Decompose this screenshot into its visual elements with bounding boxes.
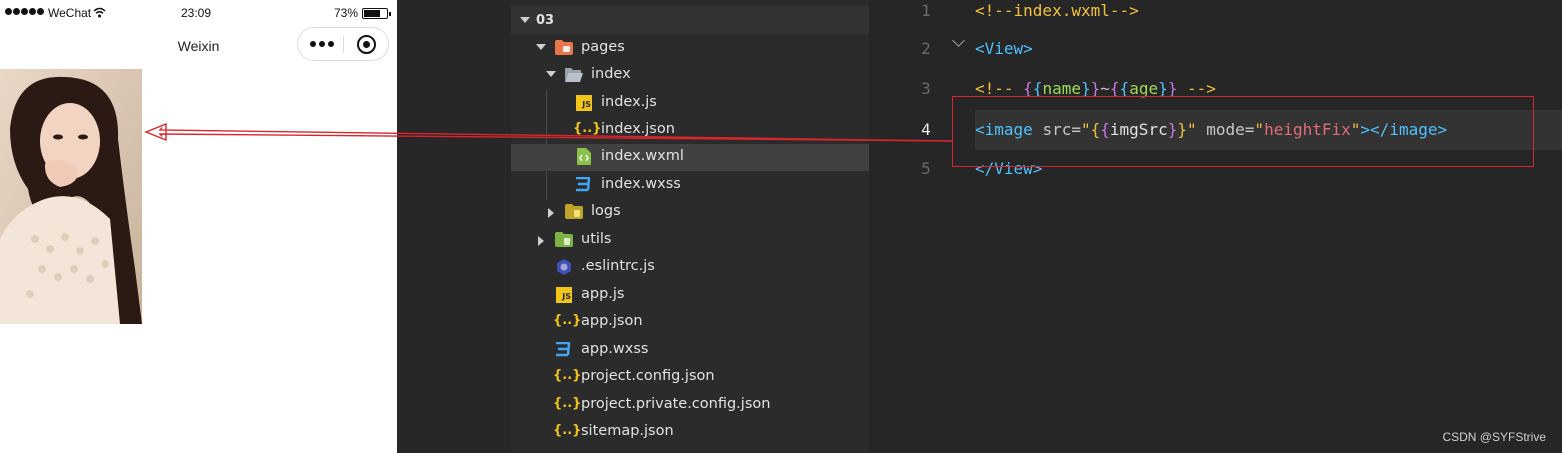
tree-label: sitemap.json	[581, 423, 674, 439]
watermark: CSDN @SYFStrive	[1442, 430, 1546, 444]
close-miniprogram-icon[interactable]	[357, 35, 376, 54]
carrier-label: WeChat	[48, 6, 92, 20]
code-text: <View>	[975, 39, 1033, 58]
tree-folder-pages[interactable]: pages	[511, 35, 869, 62]
tree-file-index-json[interactable]: {..} index.json	[511, 117, 869, 144]
wxss-file-icon	[556, 342, 571, 357]
tree-label: logs	[591, 203, 621, 219]
file-explorer: 03 pages index JS index.js {..} index.js…	[511, 0, 869, 453]
tree-label: pages	[581, 39, 625, 55]
signal-icon	[5, 8, 44, 15]
tree-file-sitemap[interactable]: {..} sitemap.json	[511, 419, 869, 446]
folder-open-icon	[565, 68, 583, 82]
line-number: 3	[921, 79, 931, 98]
js-file-icon: JS	[576, 95, 592, 111]
code-editor[interactable]: 1 <!--index.wxml--> 2 <View> 3 <!-- {{na…	[911, 0, 1562, 453]
wxss-file-icon	[576, 177, 591, 192]
tree-file-index-js[interactable]: JS index.js	[511, 90, 869, 117]
chevron-right-icon[interactable]	[548, 208, 554, 218]
tree-label: project.private.config.json	[581, 396, 771, 412]
battery-percent: 73%	[334, 6, 359, 20]
tree-label: app.js	[581, 286, 625, 302]
capsule-divider	[343, 36, 344, 53]
activity-bar	[397, 0, 511, 453]
chevron-down-icon[interactable]	[520, 17, 530, 23]
tree-file-index-wxml[interactable]: index.wxml	[511, 144, 869, 171]
tree-label: .eslintrc.js	[581, 258, 655, 274]
json-file-icon: {..}	[553, 423, 582, 438]
line-number: 5	[921, 159, 931, 178]
editor-gutter-spacer	[869, 0, 911, 453]
tree-folder-utils[interactable]: utils	[511, 227, 869, 254]
folder-utils-icon	[555, 232, 573, 247]
line-number: 1	[921, 1, 931, 20]
chevron-down-icon[interactable]	[546, 71, 556, 77]
tree-label: app.wxss	[581, 341, 649, 357]
phone-simulator: WeChat 23:09 73% Weixin	[0, 0, 397, 453]
project-name: 03	[536, 13, 555, 28]
json-file-icon: {..}	[553, 313, 582, 328]
tree-label: index.json	[601, 121, 675, 137]
tree-label: index	[591, 66, 631, 82]
more-icon[interactable]	[310, 41, 334, 47]
wxml-file-icon	[577, 148, 591, 165]
tree-file-app-json[interactable]: {..} app.json	[511, 309, 869, 336]
annotation-highlight-box	[952, 96, 1534, 167]
json-file-icon: {..}	[573, 121, 602, 136]
tree-label: index.wxml	[601, 148, 684, 164]
code-line-2[interactable]: 2 <View>	[911, 38, 1562, 78]
tree-file-app-wxss[interactable]: app.wxss	[511, 337, 869, 364]
folder-pages-icon	[555, 40, 573, 55]
tree-label: index.js	[601, 94, 657, 110]
tree-label: app.json	[581, 313, 643, 329]
tree-file-project-config[interactable]: {..} project.config.json	[511, 364, 869, 391]
folder-icon	[565, 204, 583, 219]
tree-folder-logs[interactable]: logs	[511, 199, 869, 226]
tree-file-eslintrc[interactable]: .eslintrc.js	[511, 254, 869, 281]
tree-folder-index[interactable]: index	[511, 62, 869, 89]
chevron-down-icon[interactable]	[536, 44, 546, 50]
tree-file-project-private-config[interactable]: {..} project.private.config.json	[511, 392, 869, 419]
json-file-icon: {..}	[553, 368, 582, 383]
js-file-icon: JS	[556, 287, 572, 303]
json-file-icon: {..}	[553, 396, 582, 411]
battery-icon	[362, 8, 391, 19]
tree-label: project.config.json	[581, 368, 715, 384]
tree-file-index-wxss[interactable]: index.wxss	[511, 172, 869, 199]
code-line-1[interactable]: 1 <!--index.wxml-->	[911, 0, 1562, 40]
explorer-project-header[interactable]: 03	[511, 6, 869, 34]
capsule-menu[interactable]	[297, 27, 389, 61]
wifi-icon	[93, 7, 106, 18]
code-text: <!--index.wxml-->	[975, 1, 1139, 20]
status-bar: WeChat 23:09 73%	[0, 0, 397, 28]
line-number: 4	[921, 120, 931, 139]
eslint-file-icon	[557, 259, 571, 275]
tree-label: utils	[581, 231, 612, 247]
clock: 23:09	[181, 6, 212, 20]
chevron-right-icon[interactable]	[538, 236, 544, 246]
tree-file-app-js[interactable]: JS app.js	[511, 282, 869, 309]
rendered-image	[0, 69, 142, 324]
line-number: 2	[921, 39, 931, 58]
tree-label: index.wxss	[601, 176, 681, 192]
